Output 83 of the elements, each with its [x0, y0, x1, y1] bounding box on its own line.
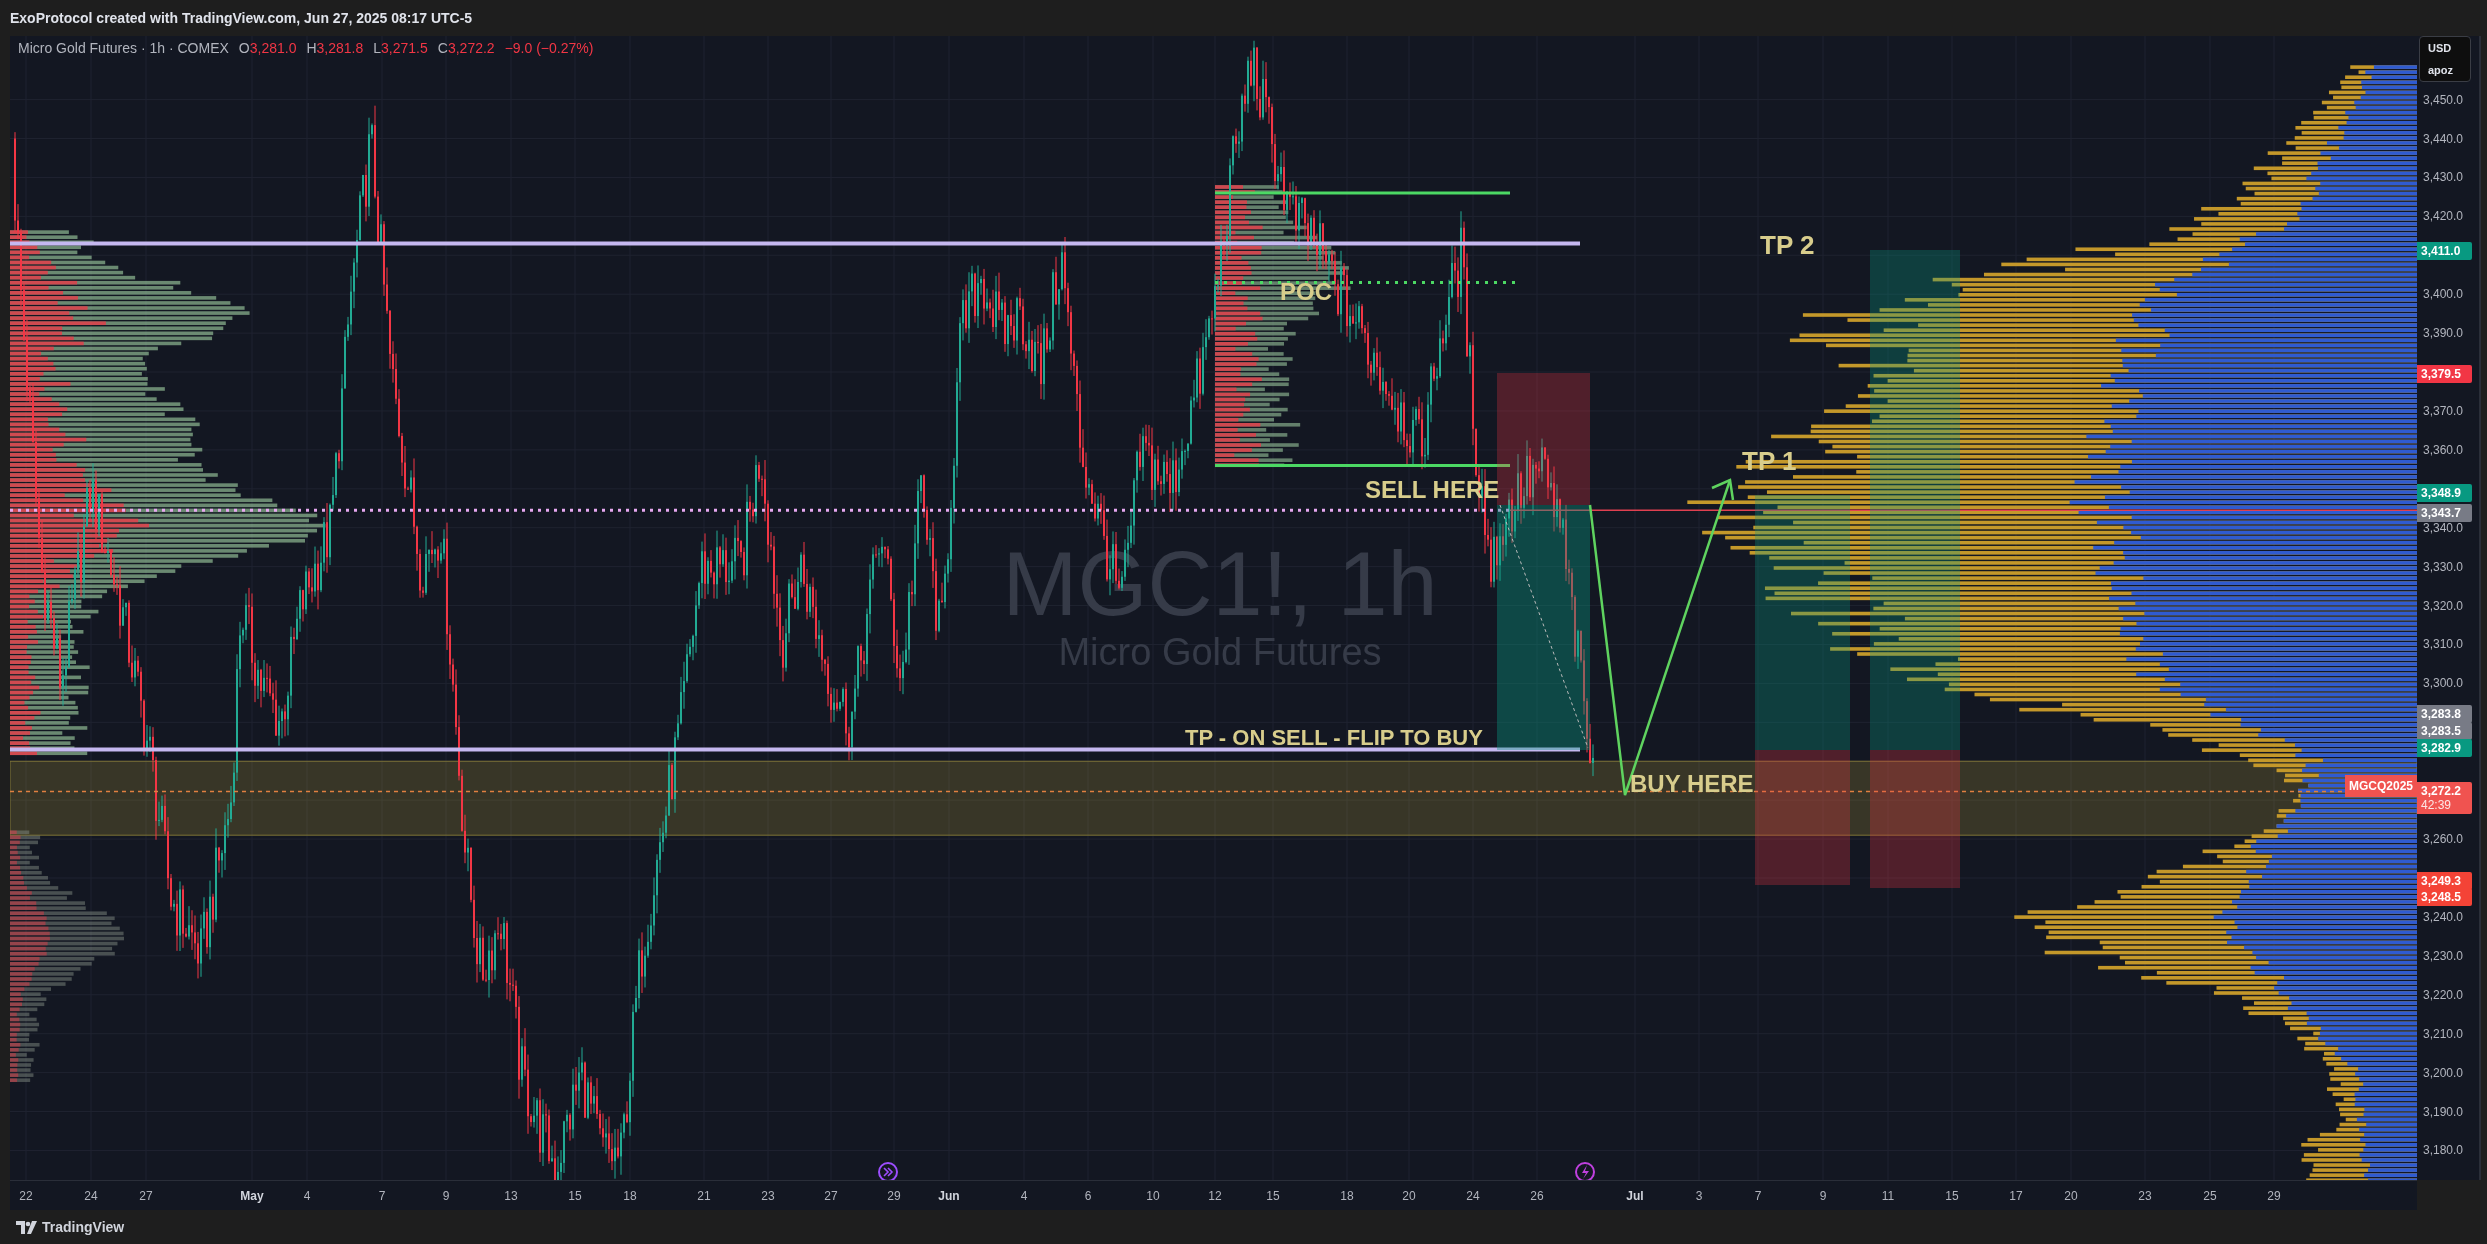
time-label: 13	[504, 1189, 518, 1203]
time-label: 9	[442, 1189, 450, 1203]
time-label: 27	[139, 1189, 153, 1203]
chart-annotation: BUY HERE	[1630, 770, 1754, 797]
symbol-tag: MGCQ2025	[2344, 775, 2417, 797]
time-label: 18	[623, 1189, 637, 1203]
time-label: 20	[1402, 1189, 1416, 1203]
header-text: ExoProtocol created with TradingView.com, Jun 27, 2025 08:17 UTC-5	[10, 10, 473, 26]
ohlc-value: O3,281.0	[238, 40, 297, 56]
time-label: 7	[378, 1189, 386, 1203]
price-tick: 3,210.0	[2423, 1026, 2464, 1041]
time-label: 24	[84, 1189, 98, 1203]
currency-button[interactable]: USD apoz	[2419, 36, 2471, 82]
time-label: 7	[1754, 1189, 1762, 1203]
price-tick: 3,340.0	[2423, 520, 2464, 535]
price-tick: 3,360.0	[2423, 442, 2464, 457]
ohlc-value: L3,271.5	[373, 40, 428, 56]
lightning-icon[interactable]	[1575, 1162, 1595, 1180]
chart-annotation: TP 2	[1760, 230, 1815, 260]
time-label: 23	[761, 1189, 775, 1203]
ohlc-value: H3,281.8	[306, 40, 364, 56]
time-label: 10	[1146, 1189, 1160, 1203]
price-tick: 3,330.0	[2423, 559, 2464, 574]
brand-name: TradingView	[42, 1219, 125, 1235]
time-label: 22	[19, 1189, 33, 1203]
price-change: −9.0 (−0.27%)	[504, 40, 594, 56]
price-tag: 3,282.9	[2417, 739, 2472, 757]
time-label: 21	[697, 1189, 711, 1203]
symbol-info: Micro Gold Futures · 1h · COMEX	[18, 40, 229, 56]
chart-annotation: POC	[1280, 278, 1332, 305]
time-label: May	[240, 1189, 264, 1203]
price-tag: 3,348.9	[2417, 484, 2472, 502]
time-label: 27	[824, 1189, 838, 1203]
price-tick: 3,180.0	[2423, 1143, 2464, 1158]
time-label: 29	[2267, 1189, 2281, 1203]
time-label: 12	[1208, 1189, 1222, 1203]
price-tick: 3,320.0	[2423, 598, 2464, 613]
price-tag: 3,283.8	[2417, 705, 2472, 723]
time-label: 18	[1340, 1189, 1354, 1203]
time-label: 29	[887, 1189, 901, 1203]
time-label: 9	[1819, 1189, 1827, 1203]
price-tick: 3,190.0	[2423, 1104, 2464, 1119]
price-tick: 3,220.0	[2423, 987, 2464, 1002]
price-tick: 3,310.0	[2423, 637, 2464, 652]
price-tick: 3,240.0	[2423, 909, 2464, 924]
time-label: 15	[568, 1189, 582, 1203]
replay-icon[interactable]	[878, 1162, 898, 1180]
time-label: 15	[1266, 1189, 1280, 1203]
price-tick: 3,400.0	[2423, 287, 2464, 302]
price-tick: 3,390.0	[2423, 326, 2464, 341]
time-label: 20	[2064, 1189, 2078, 1203]
price-tag: 3,283.5	[2417, 722, 2472, 740]
time-label: 4	[1020, 1189, 1028, 1203]
price-tick: 3,300.0	[2423, 676, 2464, 691]
price-tick: 3,420.0	[2423, 209, 2464, 224]
time-label: 17	[2009, 1189, 2023, 1203]
price-tick: 3,200.0	[2423, 1065, 2464, 1080]
time-label: 26	[1530, 1189, 1544, 1203]
time-label: 23	[2138, 1189, 2152, 1203]
time-label: 25	[2203, 1189, 2217, 1203]
chart-annotation: TP - ON SELL - FLIP TO BUY	[1185, 725, 1483, 750]
price-tick: 3,430.0	[2423, 170, 2464, 185]
price-tick: 3,370.0	[2423, 403, 2464, 418]
time-label: 3	[1695, 1189, 1703, 1203]
time-label: 24	[1466, 1189, 1480, 1203]
time-label: 11	[1881, 1189, 1895, 1203]
time-label: 6	[1084, 1189, 1092, 1203]
price-tag: 3,272.2 42:39	[2417, 782, 2472, 814]
price-tag: 3,248.5	[2417, 888, 2472, 906]
time-label: Jun	[938, 1189, 960, 1203]
ohlc-value: C3,272.2	[437, 40, 495, 56]
price-tick: 3,450.0	[2423, 92, 2464, 107]
time-label: 4	[303, 1189, 311, 1203]
time-label: Jul	[1626, 1189, 1644, 1203]
chart-annotation: TP 1	[1742, 446, 1797, 476]
price-tag: 3,379.5	[2417, 365, 2472, 383]
logo-icon	[16, 1220, 38, 1234]
price-tag: 3,411.0	[2417, 242, 2472, 260]
price-tick: 3,260.0	[2423, 832, 2464, 847]
price-tick: 3,440.0	[2423, 131, 2464, 146]
price-tick: 3,230.0	[2423, 948, 2464, 963]
time-label: 15	[1945, 1189, 1959, 1203]
price-tag: 3,343.7	[2417, 504, 2472, 522]
